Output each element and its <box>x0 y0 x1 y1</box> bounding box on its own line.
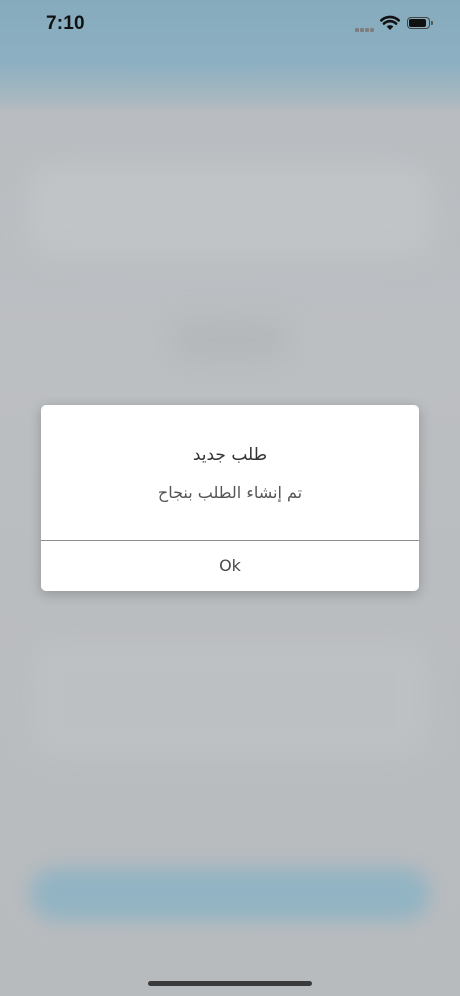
home-indicator[interactable] <box>148 981 312 986</box>
blurred-content-block <box>30 165 430 255</box>
blurred-content-block <box>30 640 430 760</box>
battery-icon <box>407 17 435 31</box>
blurred-bottom-button <box>30 868 430 920</box>
wifi-icon <box>380 15 400 31</box>
status-time: 7:10 <box>46 13 85 34</box>
status-bar: 7:10 <box>0 0 460 52</box>
dialog-message: تم إنشاء الطلب بنجاح <box>157 483 303 502</box>
dialog-title: طلب جديد <box>192 445 268 465</box>
app-screen: 7:10 طلب جديد تم إنشاء الطلب بنجاح Ok <box>0 0 460 996</box>
ok-button[interactable]: Ok <box>41 541 419 591</box>
alert-dialog: طلب جديد تم إنشاء الطلب بنجاح Ok <box>41 405 419 591</box>
blurred-content-block <box>170 320 290 360</box>
cellular-signal-icon <box>355 24 375 32</box>
